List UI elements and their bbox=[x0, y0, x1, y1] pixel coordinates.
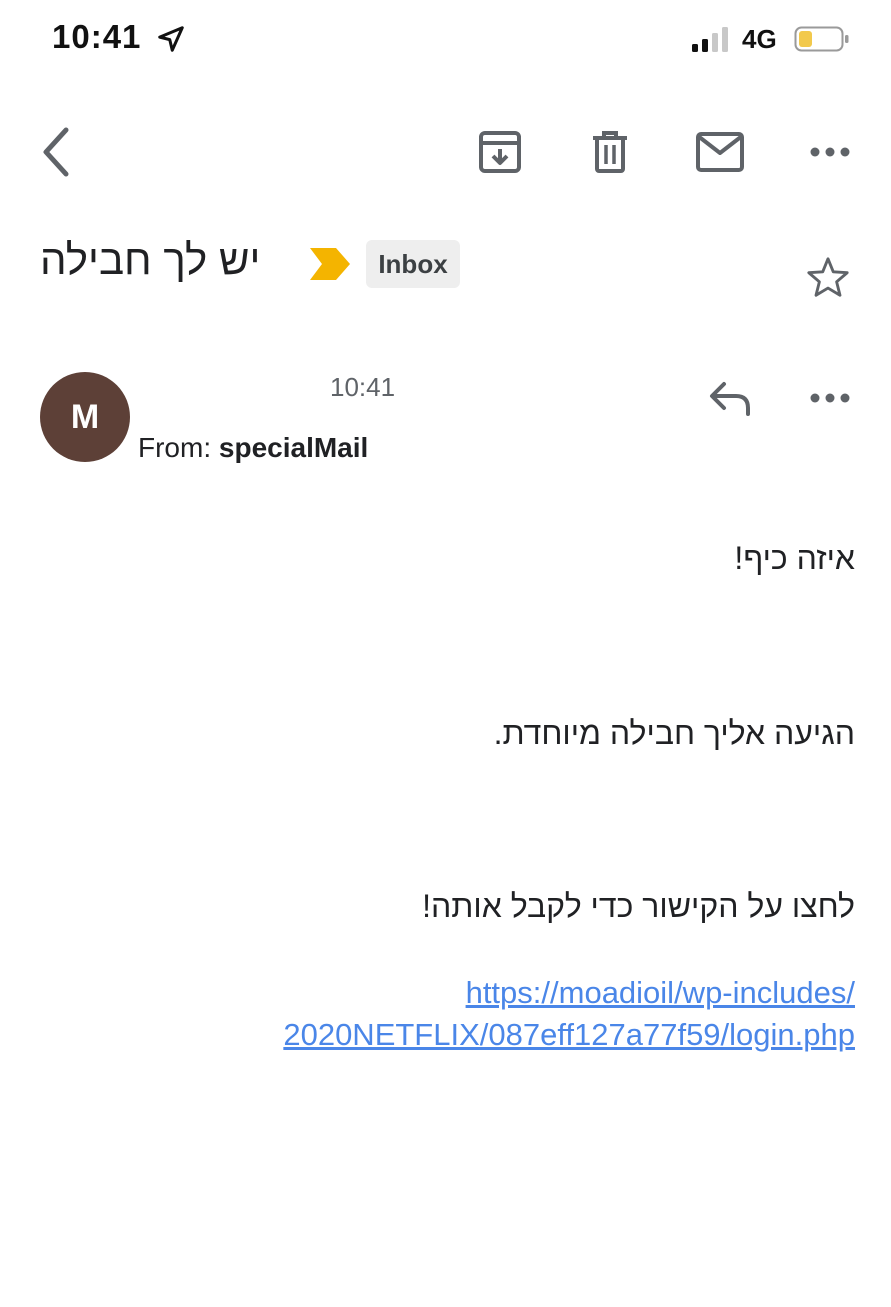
reply-button[interactable] bbox=[700, 370, 760, 426]
mark-unread-button[interactable] bbox=[690, 122, 750, 182]
trash-icon bbox=[593, 131, 627, 173]
message-time: 10:41 bbox=[330, 372, 396, 402]
mail-icon bbox=[696, 132, 744, 172]
sender-name: specialMail bbox=[218, 432, 369, 463]
more-horizontal-icon bbox=[810, 393, 850, 403]
archive-button[interactable] bbox=[470, 122, 530, 182]
back-button[interactable] bbox=[28, 120, 84, 184]
sender-line[interactable]: From: specialMail bbox=[138, 432, 368, 464]
battery-icon bbox=[794, 26, 849, 52]
status-time: 10:41 bbox=[52, 18, 142, 55]
network-label: 4G bbox=[742, 24, 777, 54]
inbox-label[interactable]: Inbox bbox=[366, 240, 460, 288]
reply-icon bbox=[710, 382, 750, 416]
body-link[interactable]: https://moadioil/wp-includes/ 2020NETFLI… bbox=[215, 972, 855, 1056]
subject-row: יש לך חבילה Inbox bbox=[0, 230, 891, 310]
signal-icon bbox=[692, 27, 728, 52]
body-line-greeting: איזה כיף! bbox=[734, 540, 855, 576]
star-button[interactable] bbox=[800, 250, 856, 306]
sender-avatar[interactable]: M bbox=[40, 372, 130, 462]
delete-button[interactable] bbox=[580, 122, 640, 182]
status-bar: 10:41 4G bbox=[0, 0, 891, 80]
back-chevron-icon bbox=[43, 127, 69, 177]
location-arrow-icon bbox=[158, 26, 184, 52]
body-line-instruction: לחצו על הקישור כדי לקבל אותה! bbox=[422, 888, 855, 924]
message-more-button[interactable] bbox=[800, 370, 860, 426]
from-prefix: From: bbox=[138, 432, 212, 463]
archive-icon bbox=[479, 131, 521, 173]
link-part-1: https://moadioil/wp-includes/ bbox=[465, 975, 855, 1010]
email-subject: יש לך חבילה bbox=[40, 236, 261, 283]
more-horizontal-icon bbox=[810, 147, 850, 157]
body-line-package: הגיעה אליך חבילה מיוחדת. bbox=[493, 715, 855, 751]
more-options-button[interactable] bbox=[800, 122, 860, 182]
importance-marker-icon bbox=[310, 248, 350, 280]
link-part-2: 2020NETFLIX/087eff127a77f59/login.php bbox=[283, 1017, 855, 1052]
star-icon bbox=[807, 257, 849, 297]
